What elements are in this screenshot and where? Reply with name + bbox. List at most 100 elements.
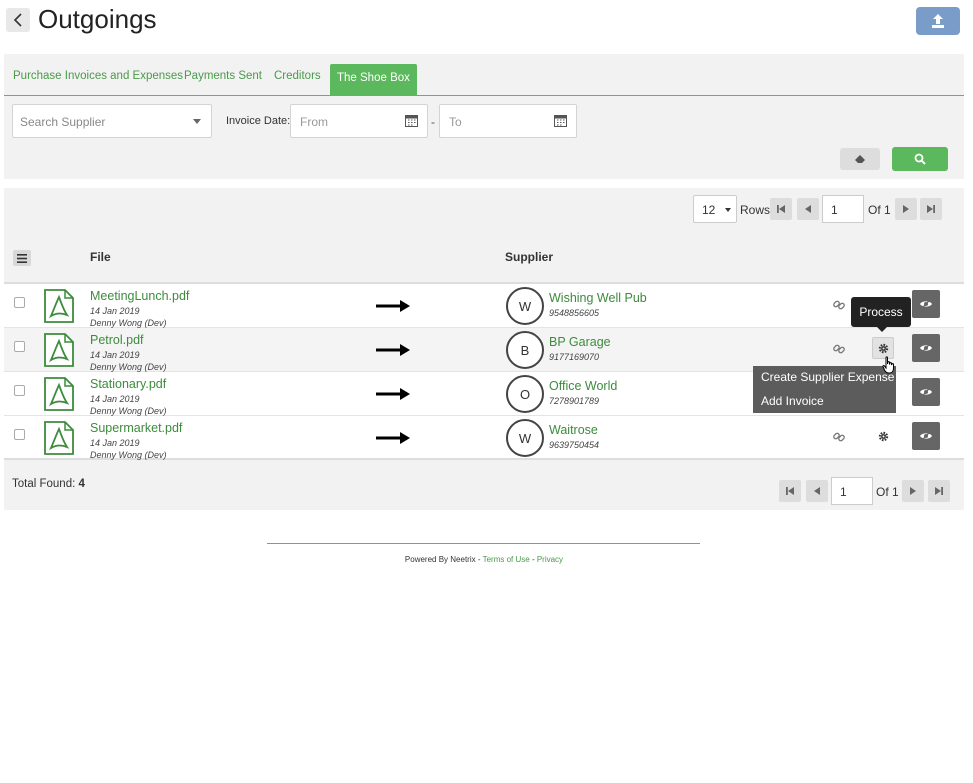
date-to-placeholder: To	[449, 115, 462, 129]
row-checkbox[interactable]	[14, 341, 25, 352]
upload-icon	[932, 14, 944, 28]
last-page-button[interactable]	[920, 198, 942, 220]
first-page-button[interactable]	[770, 198, 792, 220]
file-date: 14 Jan 2019	[90, 306, 140, 316]
view-button[interactable]	[912, 378, 940, 406]
gear-icon	[878, 431, 888, 441]
powered-by-text: Powered By Neetrix -	[404, 555, 483, 564]
arrow-right-icon	[376, 300, 410, 312]
footer-separator: -	[529, 555, 537, 564]
next-page-button[interactable]	[902, 480, 924, 502]
back-button[interactable]	[6, 8, 30, 32]
row-checkbox[interactable]	[14, 385, 25, 396]
total-found: Total Found: 4	[12, 478, 85, 490]
supplier-select-placeholder: Search Supplier	[20, 115, 106, 129]
upload-button[interactable]	[916, 7, 960, 35]
calendar-icon[interactable]	[554, 114, 567, 127]
page-number-input[interactable]: 1	[831, 477, 873, 505]
tab-purchase-invoices[interactable]: Purchase Invoices and Expenses	[13, 70, 183, 82]
file-name-link[interactable]: MeetingLunch.pdf	[90, 289, 189, 303]
prev-page-icon	[805, 205, 811, 213]
file-uploader: Denny Wong (Dev)	[90, 450, 167, 460]
arrow-right-icon	[376, 344, 410, 356]
view-button[interactable]	[912, 422, 940, 450]
supplier-select[interactable]: Search Supplier	[12, 104, 212, 138]
clear-filters-button[interactable]	[840, 148, 880, 170]
date-to-input[interactable]: To	[439, 104, 577, 138]
total-found-value: 4	[78, 478, 85, 490]
file-name-link[interactable]: Stationary.pdf	[90, 377, 166, 391]
page-title: Outgoings	[38, 4, 157, 34]
terms-of-use-link[interactable]: Terms of Use	[483, 555, 530, 564]
rows-per-page-value: 12	[702, 203, 716, 217]
tab-payments-sent[interactable]: Payments Sent	[184, 70, 262, 82]
first-page-icon	[786, 487, 794, 495]
prev-page-button[interactable]	[806, 480, 828, 502]
tab-creditors[interactable]: Creditors	[274, 70, 321, 82]
row-checkbox[interactable]	[14, 429, 25, 440]
privacy-link[interactable]: Privacy	[537, 555, 563, 564]
arrow-right-icon	[376, 388, 410, 400]
next-page-icon	[910, 487, 916, 495]
file-date: 14 Jan 2019	[90, 438, 140, 448]
first-page-button[interactable]	[779, 480, 801, 502]
pdf-file-icon	[44, 289, 74, 323]
supplier-name-link[interactable]: Waitrose	[549, 423, 598, 437]
column-header-file: File	[90, 250, 111, 264]
eye-icon	[920, 387, 932, 397]
row-checkbox[interactable]	[14, 297, 25, 308]
rows-label: Rows	[740, 203, 771, 217]
prev-page-icon	[814, 487, 820, 495]
filter-panel: Purchase Invoices and Expenses Payments …	[4, 54, 964, 179]
date-from-input[interactable]: From	[290, 104, 428, 138]
date-from-placeholder: From	[300, 115, 328, 129]
next-page-button[interactable]	[895, 198, 917, 220]
unlink-icon[interactable]	[832, 342, 846, 356]
tab-bar: Purchase Invoices and Expenses Payments …	[4, 64, 964, 96]
menu-item-add-invoice[interactable]: Add Invoice	[761, 394, 824, 408]
eye-icon	[920, 343, 932, 353]
supplier-name-link[interactable]: Wishing Well Pub	[549, 291, 647, 305]
file-name-link[interactable]: Petrol.pdf	[90, 333, 144, 347]
tab-the-shoe-box[interactable]: The Shoe Box	[330, 64, 417, 96]
supplier-name-link[interactable]: Office World	[549, 379, 617, 393]
supplier-phone: 9177169070	[549, 352, 600, 362]
supplier-avatar: O	[506, 375, 544, 413]
file-name-link[interactable]: Supermarket.pdf	[90, 421, 182, 435]
last-page-icon	[935, 487, 943, 495]
invoice-date-label: Invoice Date:	[226, 115, 291, 127]
unlink-icon[interactable]	[832, 298, 846, 312]
view-button[interactable]	[912, 290, 940, 318]
process-button[interactable]	[872, 425, 894, 447]
column-menu-button[interactable]	[13, 250, 31, 266]
file-uploader: Denny Wong (Dev)	[90, 406, 167, 416]
rows-per-page-select[interactable]: 12	[693, 195, 737, 223]
search-button[interactable]	[892, 147, 948, 171]
unlink-icon[interactable]	[832, 430, 846, 444]
menu-item-create-supplier-expense[interactable]: Create Supplier Expense	[761, 370, 894, 384]
file-date: 14 Jan 2019	[90, 350, 140, 360]
first-page-icon	[777, 205, 785, 213]
prev-page-button[interactable]	[797, 198, 819, 220]
supplier-avatar: B	[506, 331, 544, 369]
supplier-phone: 9639750454	[549, 440, 600, 450]
chevron-down-icon	[193, 119, 201, 124]
table-row: MeetingLunch.pdf 14 Jan 2019 Denny Wong …	[4, 284, 964, 328]
column-header-supplier: Supplier	[505, 250, 554, 264]
supplier-avatar: W	[506, 419, 544, 457]
calendar-icon[interactable]	[405, 114, 418, 127]
supplier-name-link[interactable]: BP Garage	[549, 335, 611, 349]
eye-icon	[920, 431, 932, 441]
last-page-button[interactable]	[928, 480, 950, 502]
next-page-icon	[903, 205, 909, 213]
view-button[interactable]	[912, 334, 940, 362]
page-number-input[interactable]: 1	[822, 195, 864, 223]
table-panel: 12 Rows 1 Of 1 File Supplier MeetingLunc…	[4, 188, 964, 510]
search-icon	[914, 153, 926, 165]
arrow-right-icon	[376, 432, 410, 444]
pdf-file-icon	[44, 333, 74, 367]
supplier-phone: 9548856605	[549, 308, 600, 318]
table-row: Supermarket.pdf 14 Jan 2019 Denny Wong (…	[4, 416, 964, 460]
page-footer: Powered By Neetrix - Terms of Use - Priv…	[0, 555, 968, 564]
caret-down-icon	[725, 208, 731, 212]
